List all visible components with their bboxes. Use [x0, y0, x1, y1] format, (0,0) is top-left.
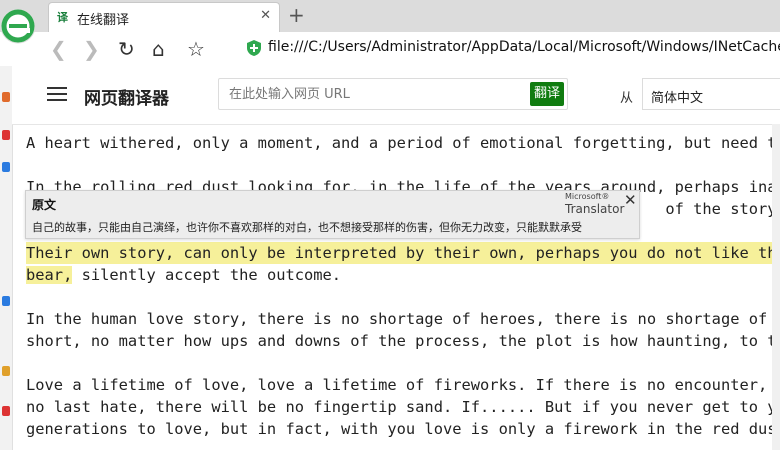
- text-line-wrap: bear, silently accept the outcome.: [26, 264, 341, 286]
- app-title: 网页翻译器: [84, 89, 169, 109]
- popup-original-text: 自己的故事，只能由自己演绎，也许你不喜欢那样的对白，也不想接受那样的伤害，但你无…: [32, 221, 582, 234]
- browser-logo-icon: [0, 8, 36, 44]
- side-app-icon[interactable]: [2, 366, 10, 376]
- url-input-box: 翻译: [218, 78, 568, 110]
- text-line: Love a lifetime of love, love a lifetime…: [26, 376, 768, 394]
- translate-favicon-icon: 译: [57, 11, 68, 24]
- highlighted-line: Their own story, can only be interpreted…: [26, 242, 777, 264]
- text-line: generations to love, but in fact, with y…: [26, 420, 777, 438]
- original-text-popup: 原文 Microsoft® Translator ✕ 自己的故事，只能由自己演绎…: [25, 190, 640, 239]
- side-app-icon[interactable]: [2, 406, 10, 416]
- navigation-bar: ❮ ❯ ↻ ⌂ ☆ file:///C:/Users/Administrator…: [0, 32, 780, 67]
- new-tab-button[interactable]: +: [288, 3, 305, 27]
- from-label: 从: [620, 91, 634, 106]
- text-line: no last hate, there will be no fingertip…: [26, 398, 777, 416]
- side-app-icon[interactable]: [2, 92, 10, 102]
- side-app-icon[interactable]: [2, 130, 10, 140]
- browser-tab[interactable]: 译 在线翻译 ✕: [48, 2, 280, 32]
- close-popup-icon[interactable]: ✕: [624, 191, 637, 209]
- close-tab-icon[interactable]: ✕: [260, 8, 271, 23]
- translator-header: 网页翻译器 翻译 从 简体中文: [12, 66, 780, 125]
- home-icon[interactable]: ⌂: [152, 37, 165, 61]
- text-line: A heart withered, only a moment, and a p…: [26, 134, 777, 152]
- back-icon[interactable]: ❮: [50, 37, 67, 61]
- forward-icon[interactable]: ❯: [83, 37, 100, 61]
- microsoft-brand: Microsoft®: [565, 192, 610, 201]
- translate-button[interactable]: 翻译: [530, 82, 564, 106]
- highlighted-fragment: bear,: [26, 266, 73, 284]
- address-bar-url[interactable]: file:///C:/Users/Administrator/AppData/L…: [268, 39, 780, 55]
- source-language-select[interactable]: 简体中文: [642, 78, 780, 110]
- vertical-scrollbar[interactable]: [772, 124, 780, 450]
- text-fragment: silently accept the outcome.: [81, 266, 342, 284]
- translator-brand: Translator: [565, 202, 625, 216]
- bookmark-star-icon[interactable]: ☆: [187, 37, 205, 61]
- hamburger-menu-icon[interactable]: [47, 87, 67, 101]
- tab-bar: 译 在线翻译 ✕ +: [0, 0, 780, 32]
- tab-title: 在线翻译: [77, 13, 130, 28]
- secure-shield-icon: [247, 40, 261, 56]
- url-input[interactable]: [219, 79, 539, 109]
- text-line: In the human love story, there is no sho…: [26, 310, 768, 328]
- page-content: A heart withered, only a moment, and a p…: [12, 124, 780, 450]
- side-app-icon[interactable]: [2, 162, 10, 172]
- side-app-icon[interactable]: [2, 296, 10, 306]
- text-line: short, no matter how ups and downs of th…: [26, 332, 777, 350]
- reload-icon[interactable]: ↻: [118, 37, 135, 61]
- popup-label: 原文: [32, 198, 57, 212]
